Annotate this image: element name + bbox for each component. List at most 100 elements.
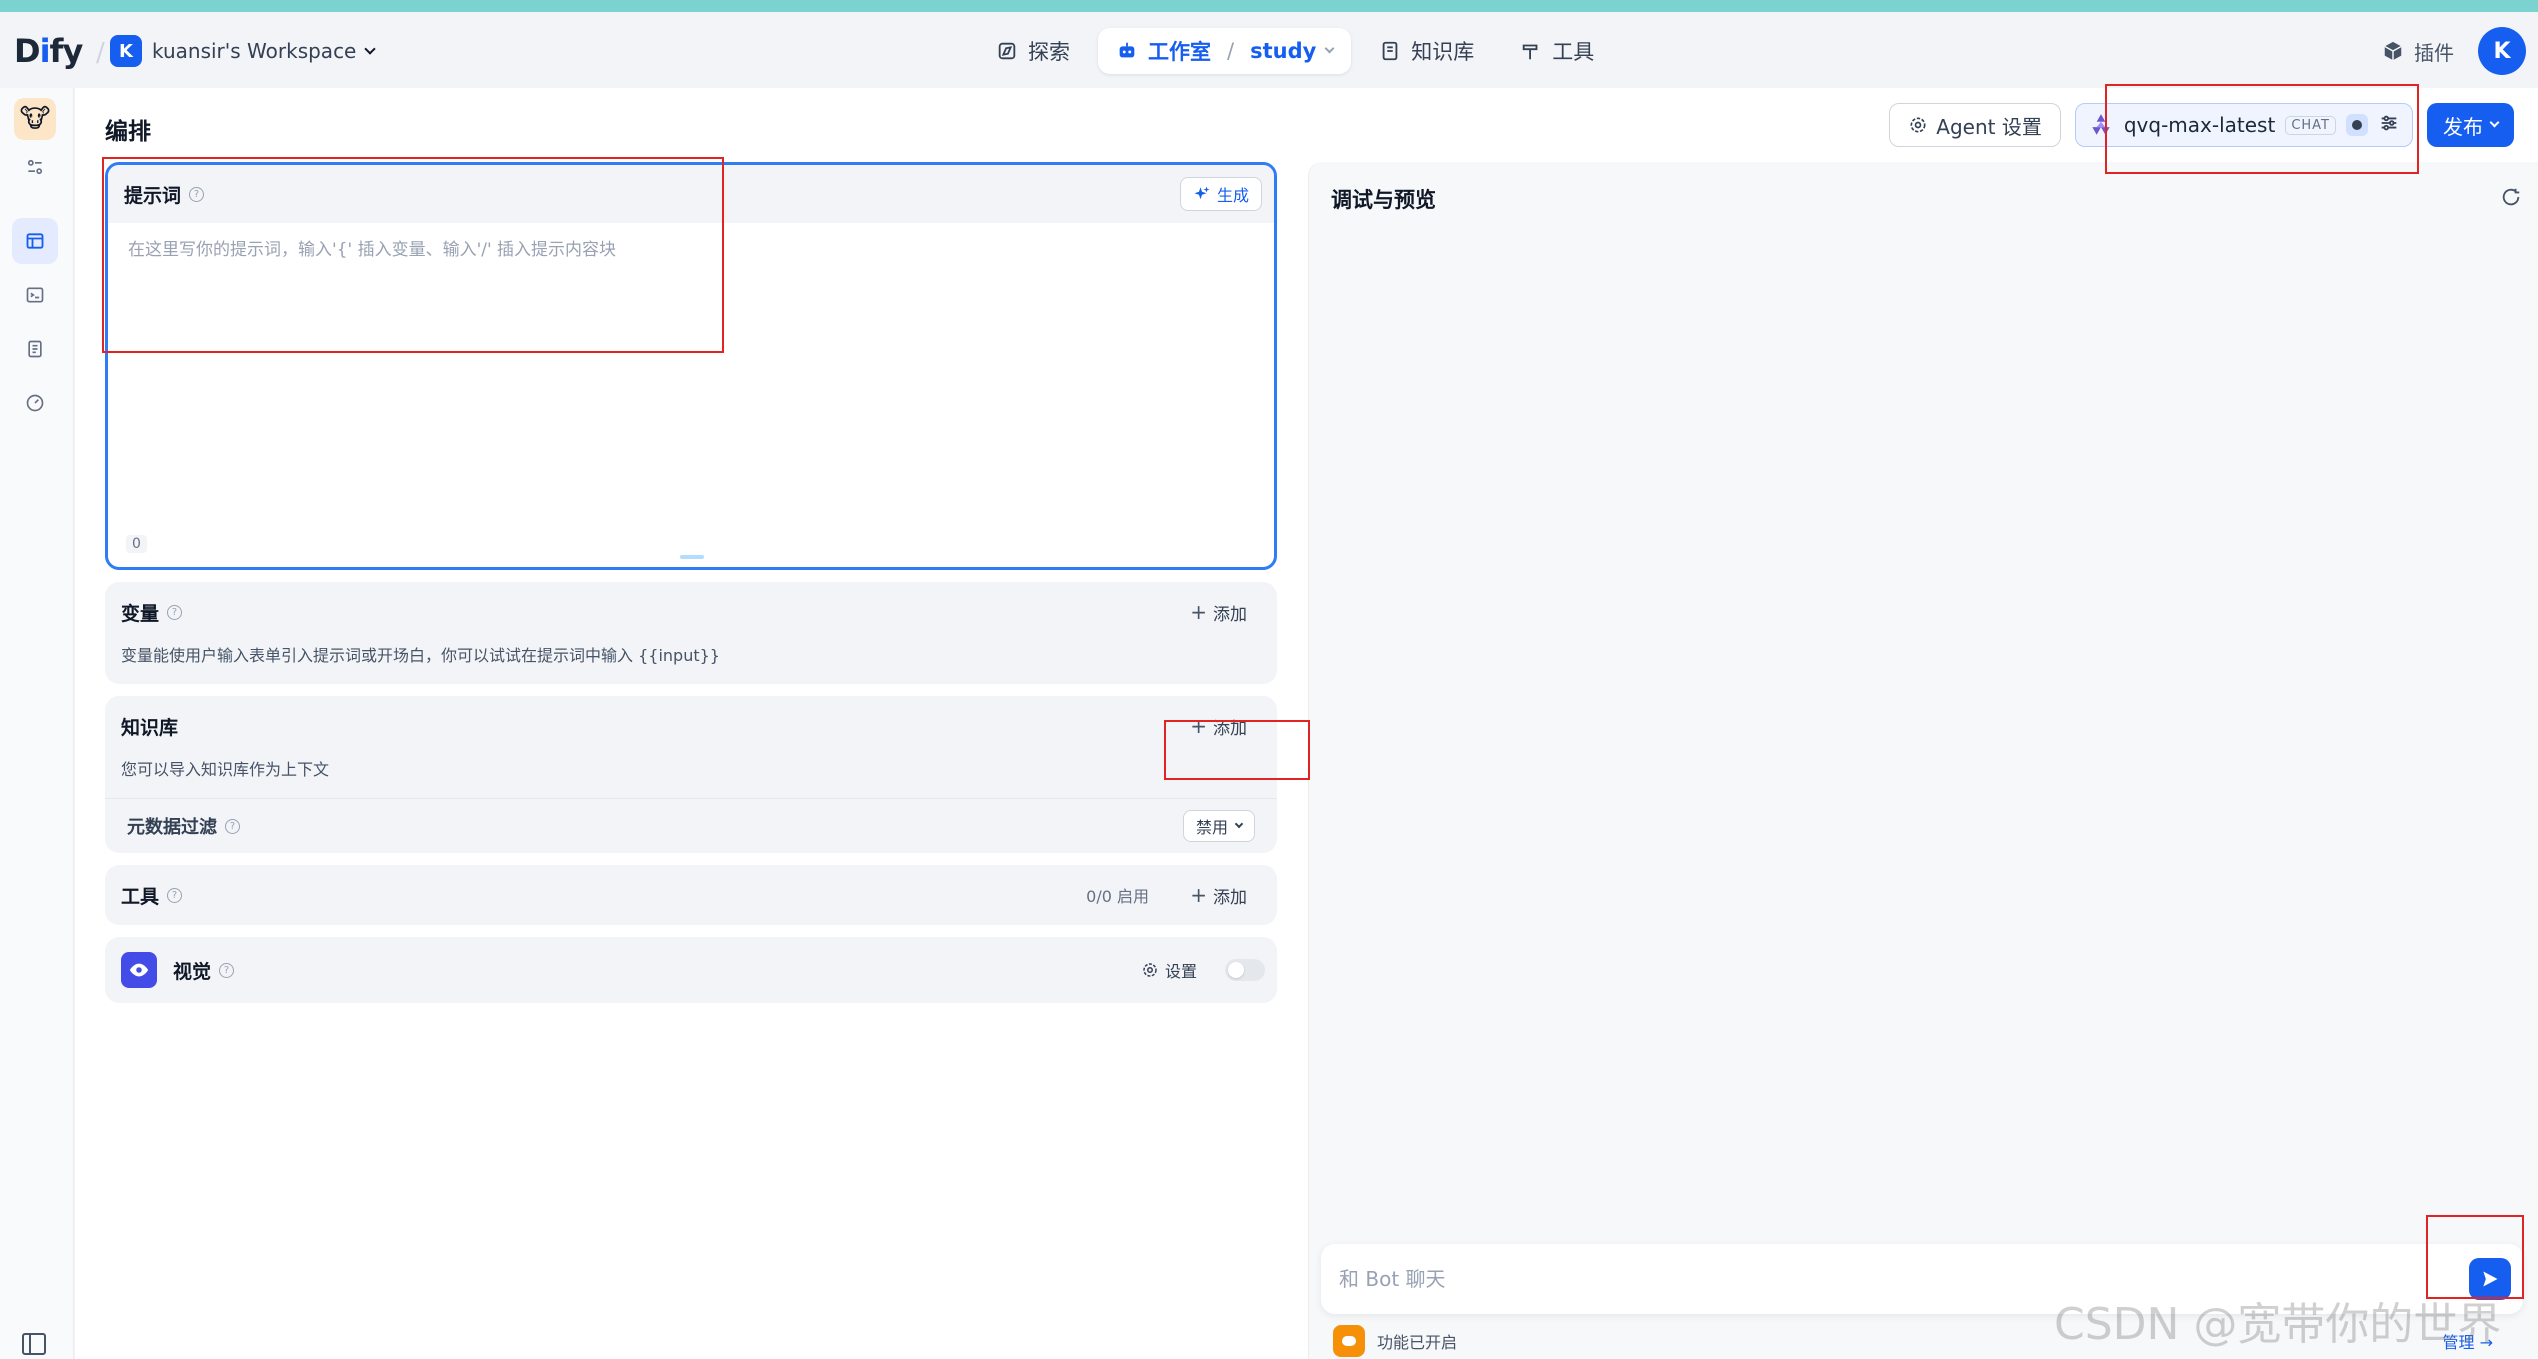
tools-header: 工具 ? 0/0 启用 + 添加 [105, 865, 1277, 925]
debug-preview-panel: 调试与预览 功能已开启 管理 → [1308, 162, 2538, 1359]
dify-logo[interactable]: Dify [14, 32, 83, 70]
vision-header: 视觉 ? 设置 [105, 937, 1277, 1003]
qwen-logo-icon [2092, 114, 2110, 135]
plus-icon: + [1190, 883, 1207, 907]
resize-handle[interactable] [680, 555, 704, 559]
variables-section: 变量 ? + 添加 变量能使用户输入表单引入提示词或开场白，你可以试试在提示词中… [105, 582, 1277, 684]
breadcrumb-separator: / [1227, 39, 1235, 63]
metadata-filter-row: 元数据过滤 ? 禁用 [105, 799, 1277, 853]
sidebar-item-orchestrate[interactable] [12, 218, 58, 264]
nav-explore[interactable]: 探索 [978, 28, 1088, 74]
knowledge-description: 您可以导入知识库作为上下文 [121, 760, 330, 779]
nav-tools-label: 工具 [1552, 40, 1595, 64]
tools-title: 工具 [121, 885, 160, 908]
workspace: 编排 Agent 设置 qvq-max-latest CHAT 发布 提示词 ? [75, 88, 2538, 1359]
generate-prompt-button[interactable]: 生成 [1179, 177, 1262, 211]
help-icon[interactable]: ? [167, 604, 183, 620]
top-navigation: Dify / K kuansir's Workspace 探索 工作室 / st… [0, 12, 2538, 88]
add-knowledge-button[interactable]: + 添加 [1182, 709, 1255, 743]
refresh-button[interactable] [2496, 182, 2526, 212]
app-sidebar: 🐮 [0, 88, 74, 1359]
sidebar-item-settings[interactable] [12, 144, 58, 190]
page-title: 编排 [105, 119, 151, 145]
compass-icon [998, 42, 1016, 60]
workspace-name: kuansir's Workspace [152, 39, 357, 63]
help-icon[interactable]: ? [225, 818, 240, 834]
add-variable-button[interactable]: + 添加 [1182, 595, 1255, 629]
robot-icon [1119, 42, 1135, 58]
header-actions: Agent 设置 qvq-max-latest CHAT 发布 [1889, 102, 2514, 148]
document-icon [28, 340, 42, 358]
sidebar-item-logs[interactable] [12, 326, 58, 372]
variables-header: 变量 ? + 添加 [105, 582, 1277, 642]
nav-knowledge-label: 知识库 [1411, 40, 1475, 64]
top-accent-strip [0, 0, 2538, 12]
sliders-icon [2381, 115, 2397, 131]
help-icon[interactable]: ? [189, 186, 205, 202]
metadata-filter-value: 禁用 [1195, 818, 1228, 837]
vision-section: 视觉 ? 设置 [105, 937, 1277, 1003]
nav-studio[interactable]: 工作室 / study [1098, 28, 1352, 74]
vision-settings-label: 设置 [1164, 962, 1197, 981]
nav-separator: / [96, 38, 105, 68]
sidebar-item-api[interactable] [12, 272, 58, 318]
publish-label: 发布 [2443, 114, 2483, 139]
chevron-down-icon[interactable] [1324, 43, 1335, 54]
nav-knowledge[interactable]: 知识库 [1361, 28, 1492, 74]
main-nav: 探索 工作室 / study 知识库 工具 [978, 28, 1612, 74]
nav-studio-label: 工作室 [1148, 40, 1211, 64]
tools-enabled-count: 0/0 启用 [1086, 887, 1149, 906]
features-text: 功能已开启 [1377, 1333, 1458, 1352]
vision-capability-icon [2346, 114, 2368, 136]
metadata-filter-select[interactable]: 禁用 [1182, 810, 1255, 842]
model-mode-badge: CHAT [2285, 115, 2336, 135]
cube-icon [2384, 41, 2402, 61]
prompt-input[interactable] [108, 223, 1274, 523]
user-avatar[interactable]: K [2478, 27, 2526, 75]
vision-settings-button[interactable]: 设置 [1141, 958, 1197, 982]
current-app-name[interactable]: study [1250, 39, 1316, 63]
nav-right: 插件 K [2382, 26, 2538, 76]
model-selector[interactable]: qvq-max-latest CHAT [2074, 103, 2413, 147]
plugins-link[interactable]: 插件 [2382, 37, 2454, 66]
add-label: 添加 [1213, 718, 1247, 739]
add-label: 添加 [1213, 887, 1247, 908]
sliders-icon [27, 159, 43, 175]
knowledge-header: 知识库 + 添加 [105, 696, 1277, 756]
gear-icon [1143, 963, 1157, 977]
char-count: 0 [126, 535, 147, 553]
sidebar-item-monitor[interactable] [12, 380, 58, 426]
add-tool-button[interactable]: + 添加 [1182, 878, 1255, 912]
plugins-label: 插件 [2414, 40, 2454, 65]
refresh-icon [2502, 188, 2520, 206]
nav-tools[interactable]: 工具 [1502, 28, 1612, 74]
eye-icon [121, 952, 157, 988]
metadata-filter-label: 元数据过滤 [127, 817, 217, 838]
vision-toggle[interactable] [1225, 959, 1265, 981]
variables-title: 变量 [121, 602, 160, 625]
watermark: CSDN @宽带你的世界 [2054, 1299, 2502, 1350]
orchestration-config: 提示词 ? 生成 0 变量 ? + 添加 变量能使用户输入表单引入提示词或开场白… [105, 162, 1277, 1003]
knowledge-title: 知识库 [121, 716, 179, 739]
prompt-card: 提示词 ? 生成 0 [105, 162, 1277, 570]
chevron-down-icon [1234, 819, 1244, 828]
model-params-button[interactable] [2378, 112, 2400, 138]
workspace-switcher[interactable]: K kuansir's Workspace [110, 34, 377, 68]
features-icon [1333, 1325, 1365, 1357]
sidebar-collapse-button[interactable] [22, 1333, 46, 1355]
help-icon[interactable]: ? [167, 887, 183, 903]
send-icon [2483, 1271, 2498, 1287]
book-icon [1382, 41, 1398, 61]
preview-title: 调试与预览 [1331, 188, 1436, 212]
add-label: 添加 [1213, 604, 1247, 625]
chevron-down-icon [364, 42, 377, 55]
help-icon[interactable]: ? [219, 962, 235, 978]
publish-button[interactable]: 发布 [2427, 103, 2514, 147]
app-icon[interactable]: 🐮 [14, 98, 56, 140]
tools-section: 工具 ? 0/0 启用 + 添加 [105, 865, 1277, 925]
prompt-title: 提示词 [124, 184, 182, 207]
agent-settings-button[interactable]: Agent 设置 [1889, 103, 2061, 147]
variables-description: 变量能使用户输入表单引入提示词或开场白，你可以试试在提示词中输入 {{input… [121, 646, 720, 665]
gear-icon [1910, 117, 1926, 133]
nav-explore-label: 探索 [1028, 40, 1070, 64]
